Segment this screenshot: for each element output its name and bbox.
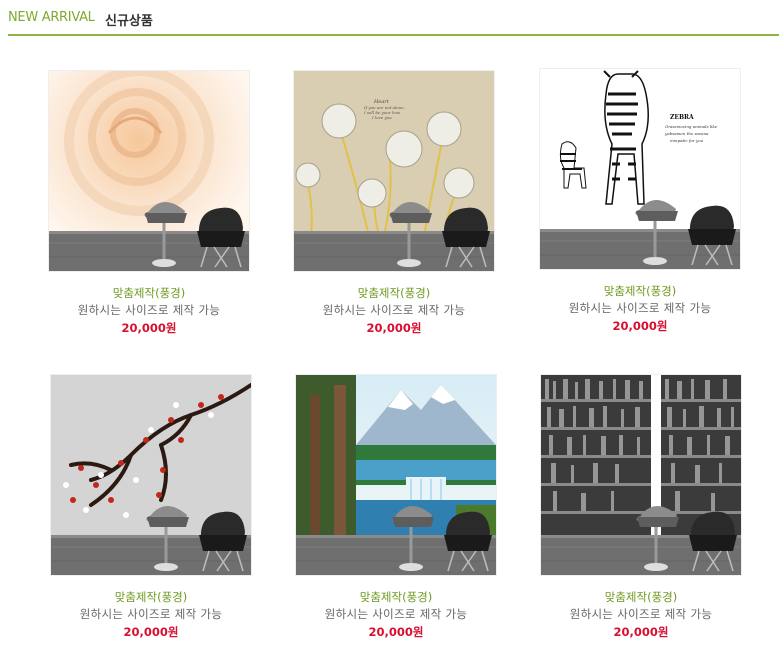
product-category[interactable]: 맞춤제작(풍경) — [541, 589, 741, 605]
product-price: 20,000원 — [366, 321, 422, 335]
product-card[interactable]: 맞춤제작(풍경) 원하시는 사이즈로 제작 가능 20,000원 — [51, 375, 251, 641]
product-description: 원하시는 사이즈로 제작 가능 — [569, 607, 713, 621]
product-thumbnail-dandelion[interactable]: Heart If you are not alone, I will be yo… — [294, 71, 494, 271]
product-category[interactable]: 맞춤제작(풍경) — [51, 589, 251, 605]
product-description: 원하시는 사이즈로 제작 가능 — [79, 607, 223, 621]
product-description: 원하시는 사이즈로 제작 가능 — [324, 607, 468, 621]
dandelion-text-line3: I love you — [371, 115, 392, 120]
zebra-text-line1: Grassmoving animals like — [665, 124, 718, 129]
product-description: 원하시는 사이즈로 제작 가능 — [568, 301, 712, 315]
product-category[interactable]: 맞춤제작(풍경) — [49, 285, 249, 301]
product-thumbnail-bookshelf[interactable] — [541, 375, 741, 575]
product-card[interactable]: 맞춤제작(풍경) 원하시는 사이즈로 제작 가능 20,000원 — [49, 71, 249, 337]
product-price: 20,000원 — [613, 625, 669, 639]
product-card[interactable]: ZEBRA Grassmoving animals like yabsamen … — [540, 69, 740, 335]
product-category[interactable]: 맞춤제작(풍경) — [294, 285, 494, 301]
product-card[interactable]: 맞춤제작(풍경) 원하시는 사이즈로 제작 가능 20,000원 — [296, 375, 496, 641]
product-price: 20,000원 — [123, 625, 179, 639]
product-grid: 맞춤제작(풍경) 원하시는 사이즈로 제작 가능 20,000원 Heart I… — [0, 0, 779, 659]
product-thumbnail-plum-blossom[interactable] — [51, 375, 251, 575]
product-card[interactable]: Heart If you are not alone, I will be yo… — [294, 71, 494, 337]
product-price: 20,000원 — [612, 319, 668, 333]
product-card[interactable]: 맞춤제작(풍경) 원하시는 사이즈로 제작 가능 20,000원 — [541, 375, 741, 641]
product-category[interactable]: 맞춤제작(풍경) — [296, 589, 496, 605]
product-thumbnail-zebra[interactable]: ZEBRA Grassmoving animals like yabsamen … — [540, 69, 740, 269]
product-category[interactable]: 맞춤제작(풍경) — [540, 283, 740, 299]
zebra-text-line2: yabsamen the savana — [664, 131, 709, 136]
product-description: 원하시는 사이즈로 제작 가능 — [322, 303, 466, 317]
product-description: 원하시는 사이즈로 제작 가능 — [77, 303, 221, 317]
product-thumbnail-mountain-waterfall[interactable] — [296, 375, 496, 575]
zebra-text-line3: mmpatic for you — [670, 138, 704, 143]
product-thumbnail-rose[interactable] — [49, 71, 249, 271]
product-price: 20,000원 — [368, 625, 424, 639]
zebra-text-title: ZEBRA — [670, 114, 694, 121]
product-price: 20,000원 — [121, 321, 177, 335]
